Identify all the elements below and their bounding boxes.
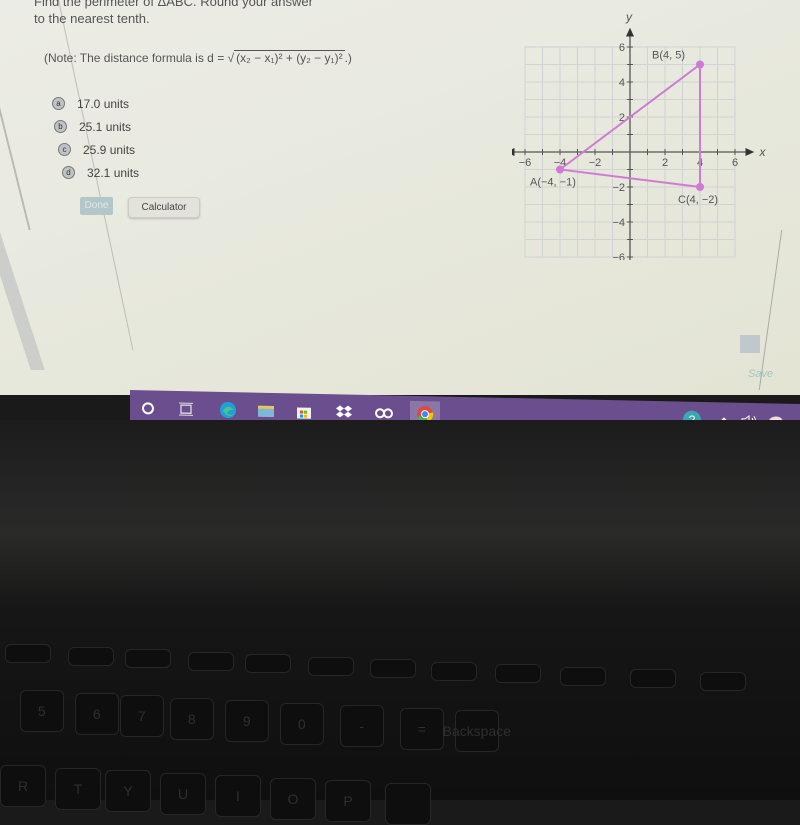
keyboard-key xyxy=(370,659,416,678)
calculator-button[interactable]: Calculator xyxy=(128,197,200,218)
y-tick-label: 4 xyxy=(619,77,625,89)
radio-button[interactable]: d xyxy=(62,166,75,179)
question-text: Find the perimeter of ΔABC. Round your a… xyxy=(34,0,313,27)
x-axis-arrow-right xyxy=(746,148,755,156)
radio-button[interactable]: a xyxy=(52,97,65,110)
option-label: 17.0 units xyxy=(77,97,129,111)
answer-options: a 17.0 units b 25.1 units c 25.9 units d… xyxy=(52,92,139,184)
radio-button[interactable]: b xyxy=(54,120,67,133)
done-button[interactable]: Done xyxy=(80,197,113,215)
y-tick-label: 6 xyxy=(619,42,625,54)
x-tick-label: 2 xyxy=(662,157,668,169)
note-prefix: (Note: The distance formula is d = xyxy=(44,51,228,65)
question-line-2: to the nearest tenth. xyxy=(34,10,313,27)
keyboard-key xyxy=(630,669,676,688)
keyboard-key xyxy=(245,654,291,673)
x-tick-label: −2 xyxy=(589,157,602,169)
search-icon[interactable] xyxy=(138,399,158,417)
y-axis-arrow-up xyxy=(626,28,634,37)
keyboard-key: O xyxy=(270,778,316,820)
file-explorer-icon[interactable] xyxy=(256,402,276,420)
keyboard-key xyxy=(5,644,51,663)
question-line-1: Find the perimeter of ΔABC. Round your a… xyxy=(34,0,313,10)
store-icon[interactable] xyxy=(294,402,314,420)
save-button[interactable]: Save xyxy=(748,368,773,380)
keyboard-key: 9 xyxy=(225,700,269,742)
keyboard-key xyxy=(385,783,431,825)
scrollbar[interactable] xyxy=(0,230,45,370)
laptop-keyboard-area: 567890-=BackspaceRTYUIOP xyxy=(0,420,800,800)
point-label-a: A(−4, −1) xyxy=(530,177,576,189)
x-axis-label: x xyxy=(759,145,767,159)
point-c xyxy=(696,183,704,191)
keyboard-key xyxy=(308,657,354,676)
keyboard-key: = xyxy=(400,708,444,750)
keyboard-key xyxy=(68,647,114,666)
y-tick-label: −2 xyxy=(612,182,625,194)
keyboard-key: 6 xyxy=(75,693,119,735)
screen: Find the perimeter of ΔABC. Round your a… xyxy=(0,0,800,395)
note-formula: (x₂ − x₁)² + (y₂ − y₁)² xyxy=(234,50,344,65)
keyboard-key: 7 xyxy=(120,695,164,737)
option-a[interactable]: a 17.0 units xyxy=(52,92,139,115)
option-label: 25.9 units xyxy=(83,143,135,157)
option-d[interactable]: d 32.1 units xyxy=(62,161,139,184)
dropbox-icon[interactable] xyxy=(334,403,354,421)
task-view-icon[interactable] xyxy=(176,400,196,418)
point-label-c: C(4, −2) xyxy=(678,194,718,206)
keyboard-key xyxy=(700,672,746,691)
option-label: 25.1 units xyxy=(79,120,131,134)
keyboard-key xyxy=(431,662,477,681)
y-tick-label: −6 xyxy=(612,252,625,260)
radio-button[interactable]: c xyxy=(58,143,71,156)
keyboard-key: T xyxy=(55,768,101,810)
point-a xyxy=(556,166,564,174)
option-label: 32.1 units xyxy=(87,166,139,180)
keyboard-key xyxy=(495,664,541,683)
coordinate-graph: −6−4−2246642−2−4−6xyA(−4, −1)B(4, 5)C(4,… xyxy=(512,10,772,260)
x-axis-arrow-left xyxy=(512,148,515,156)
point-b xyxy=(696,61,704,69)
edge-icon[interactable] xyxy=(218,401,238,419)
keyboard-key: Backspace xyxy=(455,710,499,752)
keyboard-key: 8 xyxy=(170,698,214,740)
scroll-thumb[interactable] xyxy=(740,335,760,353)
option-c[interactable]: c 25.9 units xyxy=(58,138,139,161)
window-edge xyxy=(0,0,31,230)
keyboard-key xyxy=(125,649,171,668)
y-axis-label: y xyxy=(625,10,633,24)
keyboard-key: R xyxy=(0,765,46,807)
keyboard-key: - xyxy=(340,705,384,747)
keyboard-key: Y xyxy=(105,770,151,812)
keyboard-key: 5 xyxy=(20,690,64,732)
keyboard-key xyxy=(188,652,234,671)
keyboard-key xyxy=(560,667,606,686)
point-label-b: B(4, 5) xyxy=(652,50,685,62)
y-tick-label: −4 xyxy=(612,217,625,229)
keyboard-key: 0 xyxy=(280,703,324,745)
x-tick-label: −6 xyxy=(519,157,532,169)
keyboard-key: U xyxy=(160,773,206,815)
keyboard-key: P xyxy=(325,780,371,822)
option-b[interactable]: b 25.1 units xyxy=(54,115,139,138)
x-tick-label: 6 xyxy=(732,157,738,169)
distance-formula-note: (Note: The distance formula is d = √(x₂ … xyxy=(44,51,352,65)
note-suffix: .) xyxy=(345,51,352,65)
keyboard-key: I xyxy=(215,775,261,817)
